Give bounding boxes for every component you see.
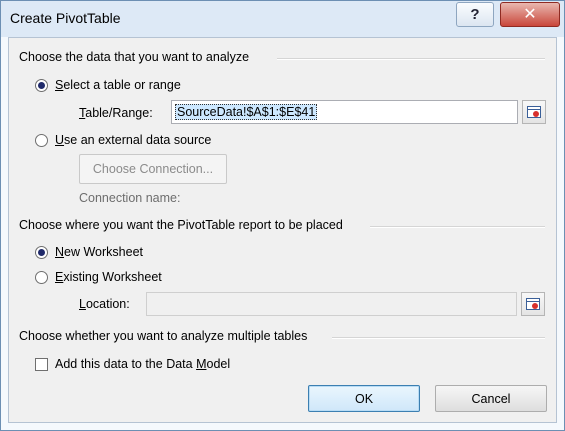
- analyze-section-heading: Choose the data that you want to analyze: [19, 50, 250, 64]
- dialog-body: Choose the data that you want to analyze…: [8, 37, 557, 423]
- ok-button[interactable]: OK: [308, 385, 420, 412]
- new-worksheet-radio[interactable]: [35, 245, 48, 259]
- title-bar: Create PivotTable ? ✕: [1, 1, 564, 37]
- table-range-picker-button[interactable]: [522, 100, 546, 124]
- external-source-radio[interactable]: [35, 133, 48, 147]
- cancel-button[interactable]: Cancel: [435, 385, 547, 412]
- location-picker-button[interactable]: [521, 292, 545, 316]
- new-worksheet-label: New Worksheet: [55, 245, 143, 259]
- table-range-value: SourceData!$A$1:$E$41: [175, 104, 318, 120]
- table-range-input[interactable]: SourceData!$A$1:$E$41: [171, 100, 518, 124]
- close-button[interactable]: ✕: [500, 2, 560, 27]
- table-range-label: Table/Range:: [79, 106, 153, 120]
- help-icon: ?: [470, 6, 480, 23]
- range-picker-icon: [527, 106, 541, 118]
- range-picker-icon: [526, 298, 540, 310]
- select-range-radio[interactable]: [35, 78, 48, 92]
- separator: [370, 226, 545, 228]
- select-range-label: Select a table or range: [55, 78, 181, 92]
- choose-connection-button[interactable]: Choose Connection...: [79, 154, 227, 184]
- select-range-option[interactable]: Select a table or range: [35, 78, 181, 92]
- close-icon: ✕: [523, 5, 537, 23]
- location-label: Location:: [79, 297, 130, 311]
- external-source-label: Use an external data source: [55, 133, 212, 147]
- existing-worksheet-option[interactable]: Existing Worksheet: [35, 270, 162, 284]
- separator: [277, 58, 545, 60]
- dialog-title: Create PivotTable: [10, 10, 121, 26]
- radio-selected-dot: [38, 248, 45, 256]
- multiple-tables-heading: Choose whether you want to analyze multi…: [19, 329, 308, 343]
- data-model-checkbox[interactable]: [35, 358, 48, 371]
- connection-name-label: Connection name:: [79, 191, 181, 205]
- separator: [332, 337, 545, 339]
- external-source-option[interactable]: Use an external data source: [35, 133, 211, 147]
- new-worksheet-option[interactable]: New Worksheet: [35, 245, 143, 259]
- existing-worksheet-label: Existing Worksheet: [55, 270, 162, 284]
- create-pivottable-dialog: Create PivotTable ? ✕ Choose the data th…: [0, 0, 565, 431]
- help-button[interactable]: ?: [456, 2, 494, 27]
- radio-selected-dot: [38, 81, 45, 89]
- placement-section-heading: Choose where you want the PivotTable rep…: [19, 218, 343, 232]
- location-input[interactable]: [146, 292, 517, 316]
- data-model-label: Add this data to the Data Model: [55, 357, 231, 371]
- existing-worksheet-radio[interactable]: [35, 270, 48, 284]
